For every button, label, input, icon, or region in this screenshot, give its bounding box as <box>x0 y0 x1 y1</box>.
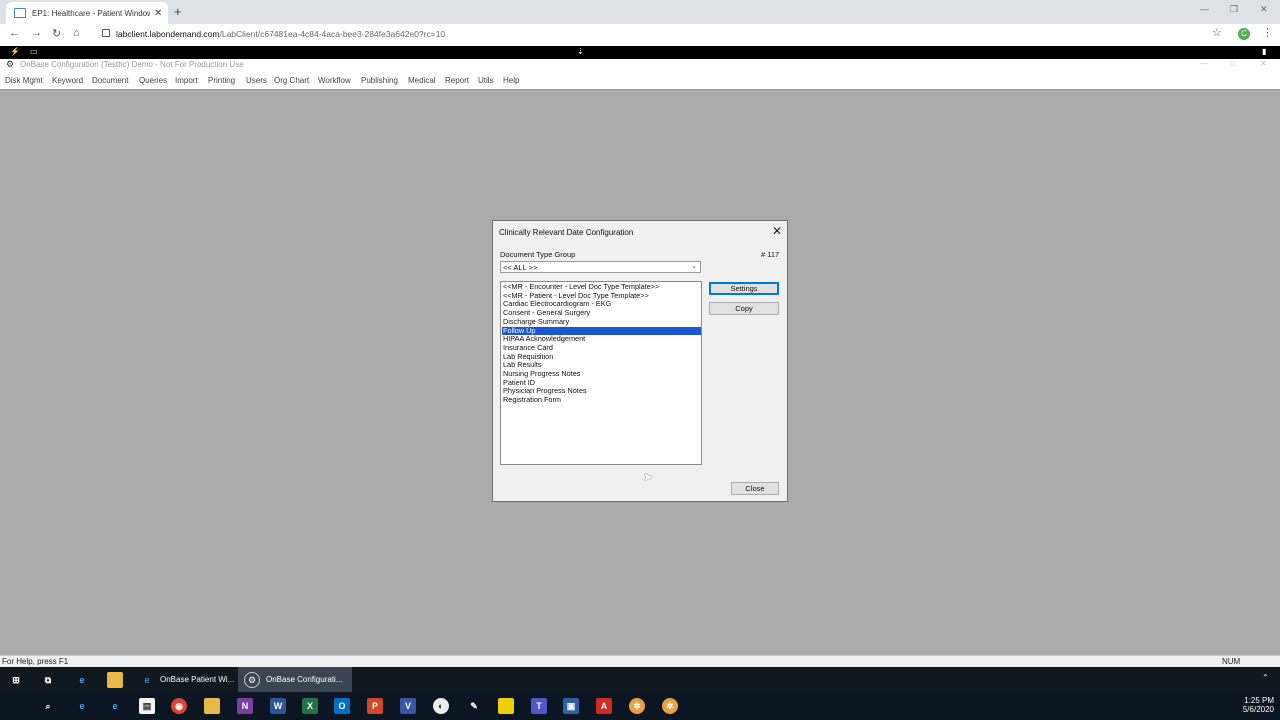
onenote-icon[interactable]: N <box>237 698 253 714</box>
taskbar-app-patient-window[interactable]: e OnBase Patient Wi... <box>136 667 240 692</box>
back-icon[interactable]: ← <box>9 27 20 39</box>
close-icon[interactable]: ✕ <box>1260 4 1268 15</box>
menu-import[interactable]: Import <box>175 76 198 85</box>
menu-document[interactable]: Document <box>92 76 128 85</box>
chevron-up-icon[interactable]: ⌃ <box>1262 673 1269 682</box>
restore-icon[interactable]: ❐ <box>1230 4 1238 15</box>
status-help-text: For Help, press F1 <box>2 657 69 666</box>
menu-utils[interactable]: Utils <box>478 76 494 85</box>
signal-icon: ▮ <box>1262 47 1267 56</box>
chrome-icon[interactable]: ◉ <box>171 698 187 714</box>
menu-help[interactable]: Help <box>503 76 519 85</box>
menu-printing[interactable]: Printing <box>208 76 235 85</box>
selected-group: << ALL >> <box>503 263 538 272</box>
app-title: OnBase Configuration (Testhc) Demo - Not… <box>20 60 244 69</box>
excel-icon[interactable]: X <box>302 698 318 714</box>
pin-icon[interactable]: ⚡ <box>10 47 20 56</box>
list-item[interactable]: Registration Form <box>502 395 701 405</box>
mouse-cursor-icon: ➤ <box>643 470 654 484</box>
browser-tab-strip: EP1: Healthcare - Patient Window ✕ + — ❐… <box>0 0 1280 24</box>
app-close-icon[interactable]: ✕ <box>1260 59 1267 68</box>
close-button[interactable]: Close <box>731 482 779 495</box>
dialog-close-icon[interactable]: ✕ <box>772 224 782 238</box>
file-explorer-icon[interactable] <box>204 698 220 714</box>
remote-desktop-icon[interactable]: ▣ <box>563 698 579 714</box>
document-type-group-label: Document Type Group <box>500 250 576 259</box>
menu-medical[interactable]: Medical <box>408 76 436 85</box>
url-host: labclient.labondemand.com <box>116 29 220 39</box>
system-clock[interactable]: 1:25 PM 5/6/2020 <box>1226 696 1274 714</box>
file-explorer-icon[interactable] <box>107 672 123 688</box>
edge-icon[interactable]: e <box>74 672 90 688</box>
menu-queries[interactable]: Queries <box>139 76 167 85</box>
clock-time: 1:25 PM <box>1244 696 1274 705</box>
remote-taskbar: ⊞ ⧉ e e OnBase Patient Wi... ⚙ OnBase Co… <box>0 667 1280 692</box>
address-bar[interactable]: labclient.labondemand.com/LabClient/c674… <box>116 29 445 39</box>
menu-users[interactable]: Users <box>246 76 267 85</box>
minimize-icon[interactable]: — <box>1200 4 1209 14</box>
reload-icon[interactable]: ↻ <box>52 27 61 40</box>
menu-bar: Disk Mgmt Keyword Document Queries Impor… <box>0 71 1280 90</box>
ie-icon[interactable]: e <box>107 698 123 714</box>
copy-button[interactable]: Copy <box>709 302 779 315</box>
browser-menu-icon[interactable]: ⋮ <box>1262 26 1273 39</box>
settings-button[interactable]: Settings <box>709 282 779 295</box>
menu-publishing[interactable]: Publishing <box>361 76 398 85</box>
menu-workflow[interactable]: Workflow <box>318 76 351 85</box>
search-icon[interactable]: ⌕ <box>40 698 56 714</box>
remote-handle-icon[interactable]: ⇣ <box>577 47 584 56</box>
onbase-config-icon[interactable]: ✲ <box>629 698 645 714</box>
window-icon <box>14 8 26 18</box>
word-icon[interactable]: W <box>270 698 286 714</box>
taskbar-app-onbase-config[interactable]: ⚙ OnBase Configurati... <box>238 667 352 692</box>
document-type-count: # 117 <box>761 250 780 259</box>
new-tab-icon[interactable]: + <box>174 4 182 19</box>
snipping-icon[interactable]: ✎ <box>466 698 482 714</box>
menu-keyword[interactable]: Keyword <box>52 76 83 85</box>
remote-session-bar: ⚡ ▭ ⇣ ▮ <box>0 46 1280 59</box>
app-minimize-icon[interactable]: — <box>1200 59 1208 68</box>
chevron-down-icon: ⌄ <box>691 263 697 270</box>
document-type-list[interactable]: <<MR - Encounter - Level Doc Type Templa… <box>500 281 702 465</box>
monitor-icon[interactable]: ▭ <box>30 47 38 56</box>
local-taskbar: ⌕ e e ▤ ◉ N W X O P V ◐ ✎ T ▣ A ✲ ✲ 1:25… <box>0 692 1280 720</box>
bookmark-star-icon[interactable]: ☆ <box>1212 26 1222 39</box>
teams-icon[interactable]: T <box>531 698 547 714</box>
clinically-relevant-date-dialog: Clinically Relevant Date Configuration ✕… <box>492 220 788 502</box>
dialog-title: Clinically Relevant Date Configuration <box>499 228 634 237</box>
num-lock-indicator: NUM <box>1222 657 1241 666</box>
taskbar-app-label: OnBase Configurati... <box>266 675 343 684</box>
url-path: /LabClient/c67481ea-4c84-4aca-bee3-284fe… <box>219 29 446 39</box>
powerpoint-icon[interactable]: P <box>367 698 383 714</box>
document-type-group-select[interactable]: << ALL >> ⌄ <box>500 261 701 273</box>
menu-disk-mgmt[interactable]: Disk Mgmt <box>5 76 43 85</box>
menu-report[interactable]: Report <box>445 76 469 85</box>
windows-start-icon[interactable]: ⊞ <box>8 672 24 688</box>
home-icon[interactable]: ⌂ <box>73 27 80 39</box>
tab-close-icon[interactable]: ✕ <box>154 8 162 19</box>
menu-org-chart[interactable]: Org Chart <box>274 76 309 85</box>
gear-icon: ⚙ <box>6 59 15 69</box>
app-maximize-icon[interactable]: □ <box>1230 59 1235 68</box>
visio-icon[interactable]: V <box>400 698 416 714</box>
forward-icon[interactable]: → <box>31 27 42 39</box>
lock-icon[interactable] <box>102 29 110 37</box>
outlook-icon[interactable]: O <box>334 698 350 714</box>
browser-tab[interactable]: EP1: Healthcare - Patient Window ✕ <box>6 2 168 24</box>
taskbar-app-label: OnBase Patient Wi... <box>160 675 235 684</box>
app-title-bar: ⚙ OnBase Configuration (Testhc) Demo - N… <box>0 59 1280 71</box>
paint-icon[interactable]: ◐ <box>433 698 449 714</box>
onbase-client-icon[interactable]: ✲ <box>662 698 678 714</box>
task-view-icon[interactable]: ⧉ <box>40 672 56 688</box>
profile-avatar[interactable]: C <box>1238 28 1250 40</box>
sticky-notes-icon[interactable] <box>498 698 514 714</box>
store-icon[interactable]: ▤ <box>139 698 155 714</box>
edge-icon[interactable]: e <box>74 698 90 714</box>
acrobat-icon[interactable]: A <box>596 698 612 714</box>
clock-date: 5/6/2020 <box>1242 705 1274 714</box>
ie-icon: e <box>144 674 150 685</box>
tab-title: EP1: Healthcare - Patient Window <box>32 8 150 18</box>
onbase-icon: ⚙ <box>244 671 260 688</box>
